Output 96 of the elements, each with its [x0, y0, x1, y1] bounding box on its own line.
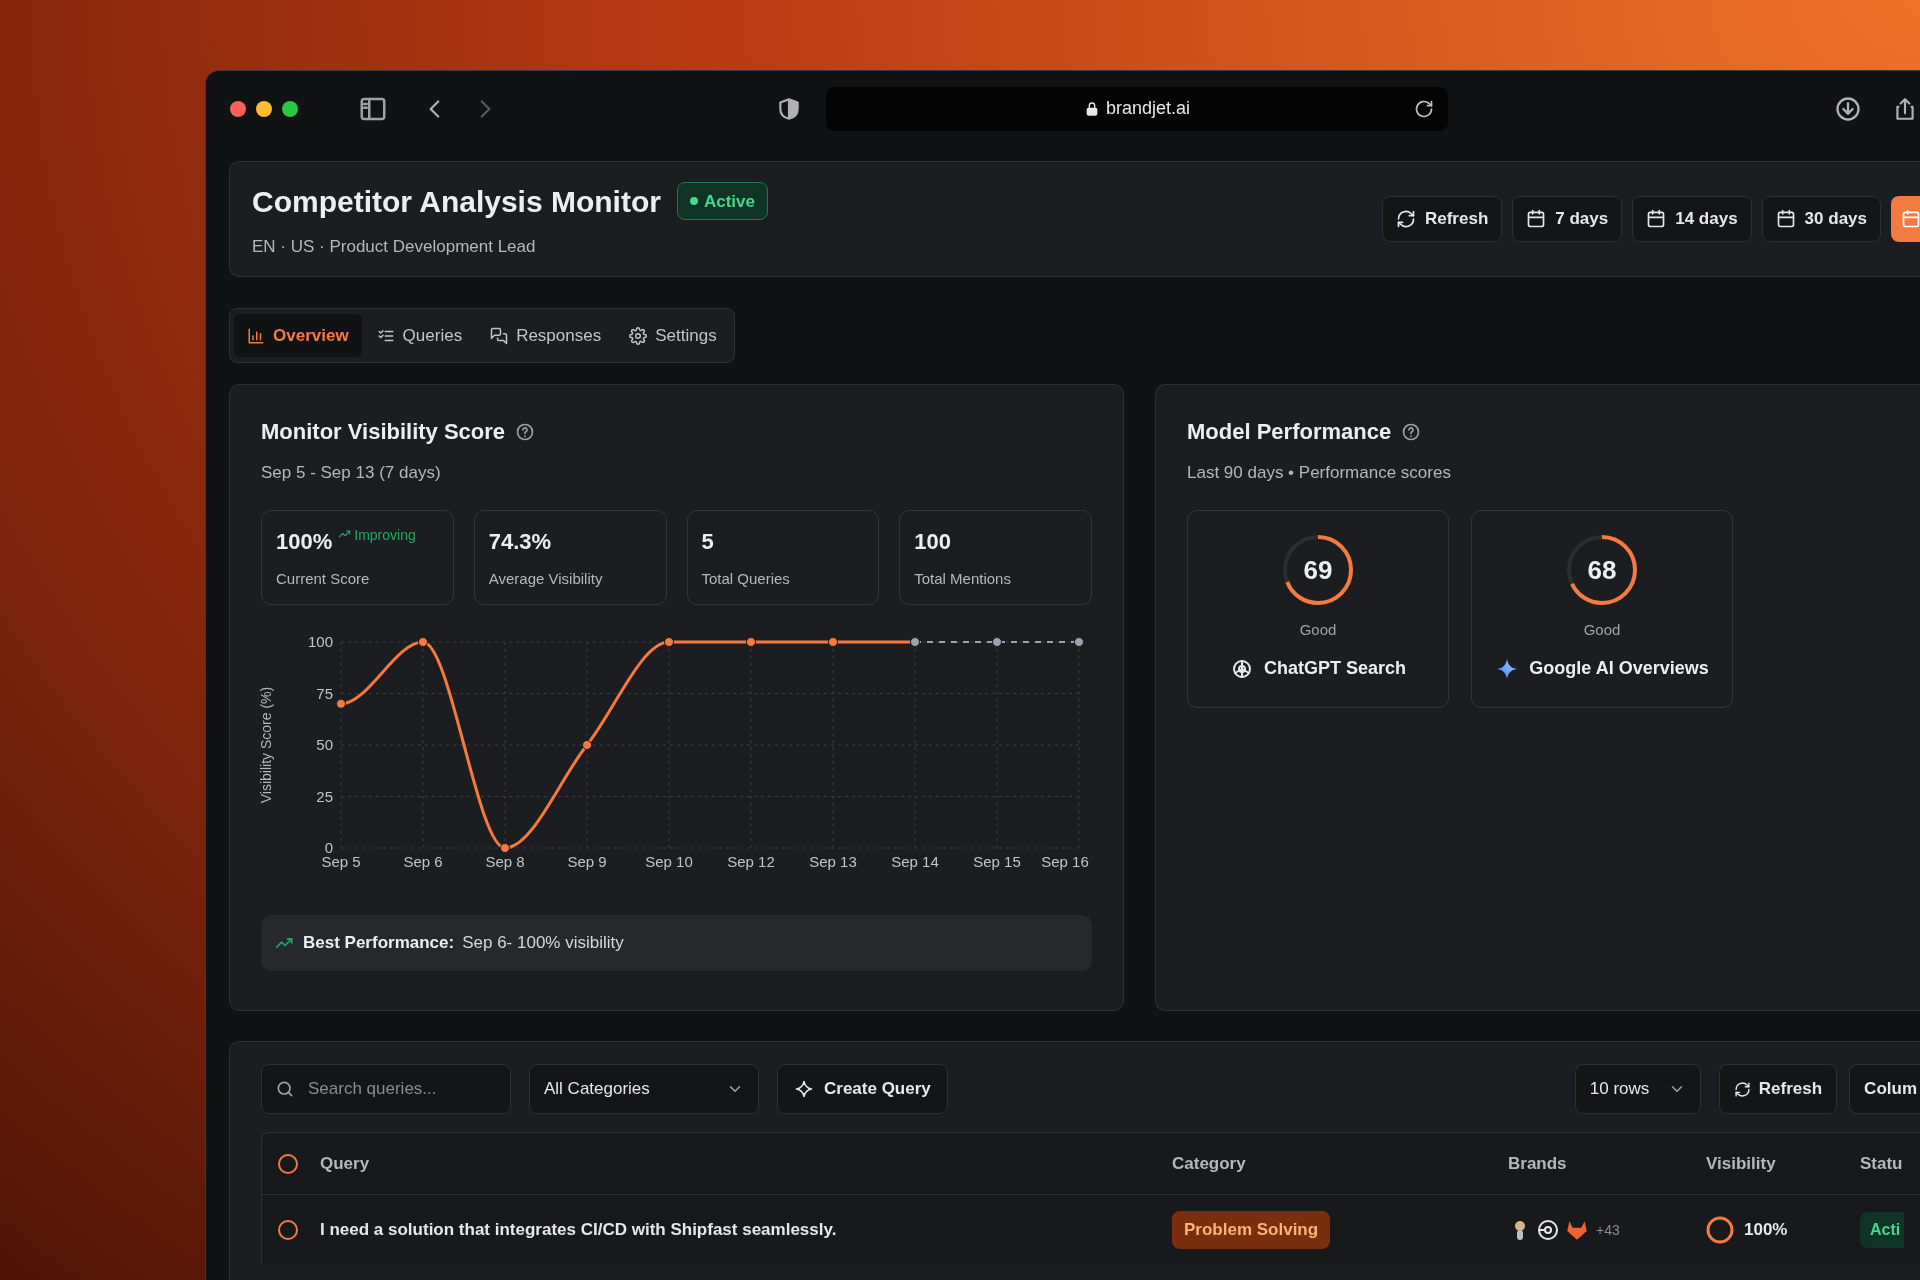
rows-dropdown[interactable]: 10 rows	[1574, 1064, 1701, 1114]
data-point	[992, 636, 1002, 647]
circle-logo-icon	[1536, 1218, 1560, 1242]
window-control-button[interactable]	[256, 100, 272, 117]
y-tick-label: 25	[316, 787, 333, 804]
score-value: 68	[1587, 556, 1617, 583]
category-dropdown[interactable]: All Categories	[529, 1064, 759, 1114]
y-tick-label: 50	[316, 735, 333, 753]
y-tick-label: 75	[316, 684, 333, 701]
x-tick-label: Sep 16	[1041, 852, 1089, 870]
data-point	[1074, 636, 1084, 647]
stat-value: 74.3%	[488, 527, 552, 556]
stat-value: 5	[701, 527, 714, 556]
bar-chart-icon	[247, 326, 265, 345]
data-point	[336, 698, 346, 709]
calendar-button[interactable]	[1891, 196, 1920, 242]
url-text: brandjet.ai	[1105, 97, 1191, 120]
tab[interactable]: Queries	[363, 314, 476, 357]
search-field[interactable]: Search queries...	[261, 1064, 511, 1114]
row-checkbox[interactable]	[278, 1220, 298, 1240]
status-badge: Active	[676, 182, 768, 221]
data-point	[582, 739, 592, 750]
column-header: Visibility	[1706, 1153, 1776, 1173]
visibility-value: 100%	[1744, 1219, 1788, 1242]
card-title: Model Performance	[1187, 418, 1392, 446]
data-point	[746, 636, 756, 647]
tab[interactable]: Responses	[477, 314, 615, 357]
calendar-icon	[1901, 209, 1920, 229]
stat-label: Total Mentions	[914, 568, 1012, 589]
best-performance-label: Best Performance:	[303, 931, 455, 954]
y-axis-label: Visibility Score (%)	[258, 686, 274, 803]
gear-icon	[629, 326, 648, 345]
tab[interactable]: Settings	[616, 314, 730, 357]
window-control-button[interactable]	[282, 100, 298, 117]
range-button[interactable]: 7 days	[1512, 196, 1623, 242]
x-tick-label: Sep 14	[891, 852, 939, 870]
column-header: Brands	[1508, 1153, 1567, 1173]
data-point	[418, 636, 428, 647]
range-button[interactable]: 30 days	[1761, 196, 1881, 242]
row-checkbox[interactable]	[278, 1153, 298, 1174]
model-name: ChatGPT Search	[1263, 657, 1406, 680]
column-header: Query	[320, 1153, 370, 1173]
data-point	[500, 842, 510, 853]
x-tick-label: Sep 6	[403, 852, 443, 870]
data-point	[664, 636, 674, 647]
data-point	[828, 636, 838, 647]
stat-label: Total Queries	[701, 568, 791, 589]
tab[interactable]: Overview	[234, 314, 362, 357]
download-icon[interactable]	[1834, 94, 1862, 123]
card-subtitle: Sep 5 - Sep 13 (7 days)	[261, 462, 442, 484]
score-rating: Good	[1299, 619, 1337, 640]
help-icon	[1401, 421, 1422, 442]
brand-count: +43	[1596, 1220, 1620, 1240]
stat-label: Current Score	[276, 568, 371, 589]
window-control-button[interactable]	[230, 100, 246, 117]
stat-label: Average Visibility	[488, 568, 604, 589]
page-title: Competitor Analysis Monitor	[252, 183, 661, 220]
columns-button[interactable]: Colum	[1849, 1064, 1920, 1114]
address-bar[interactable]: brandjet.ai	[826, 86, 1448, 131]
shield-icon	[776, 95, 802, 122]
x-tick-label: Sep 9	[567, 852, 607, 870]
calendar-icon	[1526, 209, 1547, 229]
query-text: I need a solution that integrates CI/CD with Shipfast seamlessly.	[320, 1220, 837, 1240]
x-tick-label: Sep 15	[973, 852, 1021, 870]
help-icon	[515, 421, 536, 442]
x-tick-label: Sep 8	[485, 852, 525, 870]
stat-value: 100	[914, 527, 951, 556]
range-button[interactable]: 14 days	[1632, 196, 1752, 242]
reload-icon	[1414, 98, 1434, 119]
refresh-button[interactable]: Refresh	[1718, 1064, 1838, 1114]
x-tick-label: Sep 12	[727, 852, 775, 870]
refresh-button[interactable]: Refresh	[1381, 196, 1503, 242]
card-subtitle: Last 90 days • Performance scores	[1187, 462, 1452, 484]
calendar-icon	[1646, 209, 1667, 229]
trend-label: Improving	[354, 525, 416, 545]
model-name: Google AI Overviews	[1529, 657, 1709, 680]
refresh-icon	[1395, 209, 1416, 229]
column-header: Statu	[1860, 1153, 1903, 1173]
y-tick-label: 100	[307, 632, 333, 650]
stat-value: 100%	[276, 527, 333, 556]
best-performance-text: Sep 6- 100% visibility	[462, 931, 624, 954]
category-tag: Problem Solving	[1172, 1211, 1331, 1249]
card-title: Monitor Visibility Score	[261, 418, 506, 446]
score-value: 69	[1303, 556, 1333, 583]
x-tick-label: Sep 13	[809, 852, 857, 870]
score-rating: Good	[1583, 619, 1621, 640]
x-tick-label: Sep 10	[645, 852, 693, 870]
column-header: Category	[1172, 1153, 1246, 1173]
create-query-button[interactable]: Create Query	[777, 1064, 948, 1114]
sparkle-icon	[794, 1079, 814, 1099]
calendar-icon	[1775, 209, 1796, 229]
page-subtitle: EN · US · Product Development Lead	[252, 235, 537, 258]
chat-bubbles-icon	[490, 326, 509, 345]
status-badge: Acti	[1860, 1212, 1905, 1248]
refresh-icon	[1733, 1080, 1751, 1098]
search-icon	[275, 1079, 295, 1099]
